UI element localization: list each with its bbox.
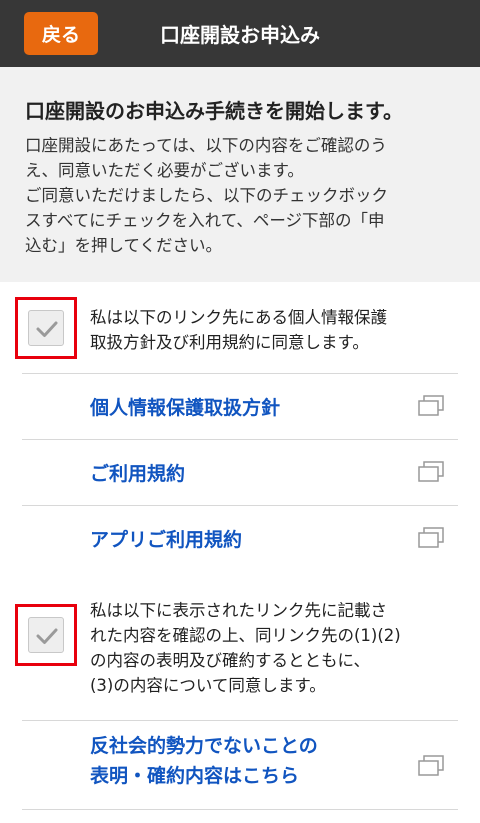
link-label-line[interactable]: 反社会的勢力でないことの (90, 731, 318, 761)
link-privacy-policy[interactable]: 個人情報保護取扱方針 (22, 374, 458, 439)
intro-line: 口座開設にあたっては、以下の内容をご確認のう (25, 136, 387, 155)
new-window-icon (418, 755, 444, 776)
link-antisocial-declaration[interactable]: 反社会的勢力でないことの 表明・確約内容はこちら (22, 721, 458, 809)
link-app-terms[interactable]: アプリご利用規約 (22, 506, 458, 571)
agreement-line: (3)の内容について同意します。 (90, 676, 326, 695)
agreement-line: れた内容を確認の上、同リンク先の(1)(2) (90, 626, 401, 645)
intro-heading: 口座開設のお申込み手続きを開始します。 (25, 99, 403, 123)
highlight-frame (15, 297, 77, 359)
intro-line: スすべてにチェックを入れて、ページ下部の「申 (25, 211, 385, 230)
back-button[interactable]: 戻る (24, 12, 98, 55)
new-window-icon (418, 461, 444, 482)
new-window-icon (418, 395, 444, 416)
agreement-line: 私は以下のリンク先にある個人情報保護 (90, 308, 387, 327)
intro-line: え、同意いただく必要がございます。 (25, 161, 304, 180)
agreement-row-privacy: 私は以下のリンク先にある個人情報保護 取扱方針及び利用規約に同意します。 (0, 297, 480, 373)
intro-line: ご同意いただけましたら、以下のチェックボック (25, 186, 388, 205)
intro-body: 口座開設にあたっては、以下の内容をご確認のう え、同意いただく必要がございます。… (25, 133, 465, 258)
agreement-checkbox-privacy[interactable] (28, 310, 64, 346)
new-window-icon (418, 527, 444, 548)
link-label[interactable]: ご利用規約 (90, 440, 185, 505)
agreement-line: 取扱方針及び利用規約に同意します。 (90, 333, 369, 352)
agreement-checkbox-antisocial[interactable] (28, 617, 64, 653)
highlight-frame (15, 604, 77, 666)
agreement-text-antisocial: 私は以下に表示されたリンク先に記載さ れた内容を確認の上、同リンク先の(1)(2… (90, 598, 460, 698)
divider (22, 809, 458, 810)
link-terms-of-use[interactable]: ご利用規約 (22, 440, 458, 505)
link-label[interactable]: アプリご利用規約 (90, 506, 242, 571)
check-icon (36, 321, 58, 337)
intro-section: 口座開設のお申込み手続きを開始します。 口座開設にあたっては、以下の内容をご確認… (0, 67, 480, 282)
agreement-row-antisocial: 私は以下に表示されたリンク先に記載さ れた内容を確認の上、同リンク先の(1)(2… (0, 601, 480, 714)
link-label[interactable]: 個人情報保護取扱方針 (90, 374, 280, 439)
link-label[interactable]: 反社会的勢力でないことの 表明・確約内容はこちら (90, 731, 318, 791)
agreement-line: の内容の表明及び確約するとともに、 (90, 651, 371, 670)
intro-line: 込む」を押してください。 (25, 236, 223, 255)
link-label-line[interactable]: 表明・確約内容はこちら (90, 761, 318, 791)
app-header: 口座開設お申込み 戻る (0, 0, 480, 67)
agreement-text-privacy: 私は以下のリンク先にある個人情報保護 取扱方針及び利用規約に同意します。 (90, 305, 460, 355)
check-icon (36, 628, 58, 644)
agreement-line: 私は以下に表示されたリンク先に記載さ (90, 601, 387, 620)
